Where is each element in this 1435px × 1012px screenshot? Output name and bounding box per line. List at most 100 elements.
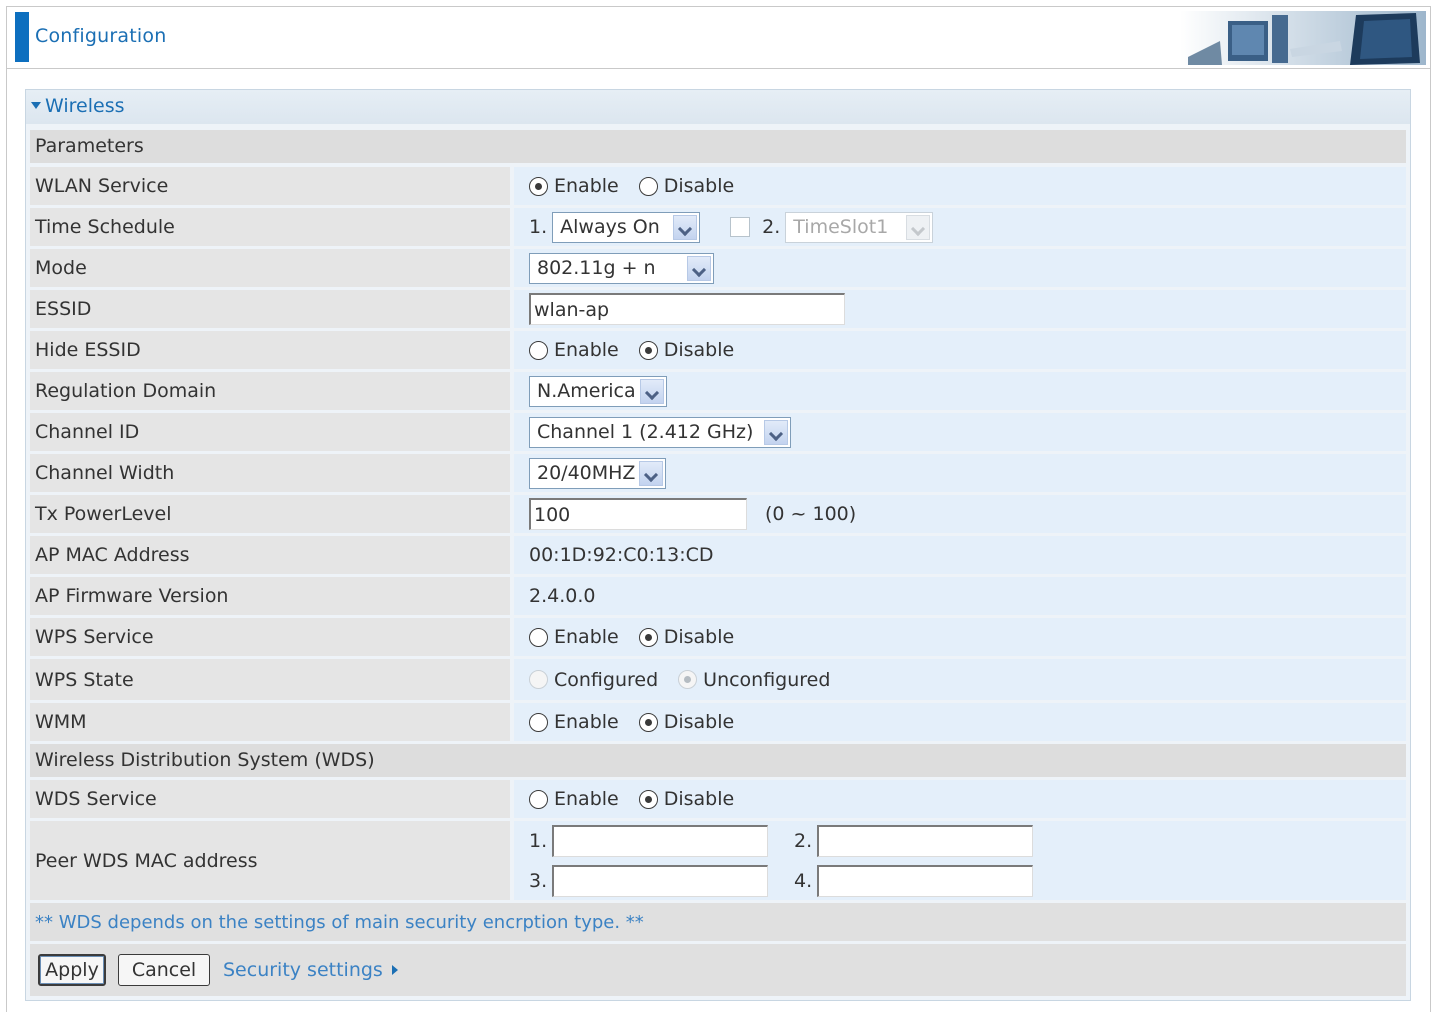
peer-3-number: 3. xyxy=(529,870,548,892)
chevron-down-icon[interactable] xyxy=(673,214,698,240)
wps-service-enable-option[interactable]: Enable xyxy=(529,626,619,648)
chevron-down-icon[interactable] xyxy=(639,460,663,486)
time-slot-1-select[interactable]: Always On xyxy=(552,211,701,243)
apply-button[interactable]: Apply xyxy=(38,954,106,986)
row-regulation-domain: Regulation Domain N.America xyxy=(30,372,1406,410)
chevron-down-icon[interactable] xyxy=(687,255,711,281)
row-essid: ESSID wlan-ap xyxy=(30,290,1406,328)
time-schedule-label: Time Schedule xyxy=(30,208,510,246)
wlan-service-disable-option[interactable]: Disable xyxy=(638,175,734,197)
wps-state-configured-option: Configured xyxy=(529,669,658,691)
radio-icon[interactable] xyxy=(529,176,548,196)
channel-id-label: Channel ID xyxy=(30,413,510,451)
wireless-panel-header[interactable]: Wireless xyxy=(26,90,1410,124)
ap-mac-label: AP MAC Address xyxy=(30,536,510,574)
essid-input[interactable]: wlan-ap xyxy=(529,293,845,325)
peer-2-number: 2. xyxy=(794,830,813,852)
radio-icon xyxy=(529,670,548,689)
hide-essid-value: Enable Disable xyxy=(514,331,1406,369)
row-wmm: WMM Enable Disable xyxy=(30,703,1406,741)
page-header: Configuration xyxy=(7,7,1430,69)
peer-wds-mac-4-input[interactable] xyxy=(817,865,1034,897)
peer-wds-mac-1-input[interactable] xyxy=(552,825,769,857)
tx-power-input[interactable]: 100 xyxy=(529,498,747,530)
slot-1-number: 1. xyxy=(529,216,548,238)
mode-label: Mode xyxy=(30,249,510,287)
slot-2-number: 2. xyxy=(762,216,781,238)
wds-service-enable-option[interactable]: Enable xyxy=(529,788,619,810)
row-wps-service: WPS Service Enable Disable xyxy=(30,618,1406,656)
wmm-disable-option[interactable]: Disable xyxy=(638,711,734,733)
ap-firmware-label: AP Firmware Version xyxy=(30,577,510,615)
wireless-panel: Wireless Parameters WLAN Service Enable … xyxy=(25,89,1411,1001)
regulation-domain-value: N.America xyxy=(514,372,1406,410)
peer-wds-label: Peer WDS MAC address xyxy=(30,821,510,900)
row-ap-firmware: AP Firmware Version 2.4.0.0 xyxy=(30,577,1406,615)
wps-service-disable-option[interactable]: Disable xyxy=(638,626,734,648)
radio-icon[interactable] xyxy=(529,712,548,732)
radio-icon xyxy=(678,670,698,689)
wmm-enable-option[interactable]: Enable xyxy=(529,711,619,733)
wps-state-unconfigured-option: Unconfigured xyxy=(678,669,830,691)
channel-width-value: 20/40MHZ xyxy=(514,454,1406,492)
collapse-triangle-icon[interactable] xyxy=(31,102,41,109)
wmm-value: Enable Disable xyxy=(514,703,1406,741)
section-wds: Wireless Distribution System (WDS) xyxy=(30,744,1406,777)
wps-state-value: Configured Unconfigured xyxy=(514,659,1406,700)
channel-id-value: Channel 1 (2.412 GHz) xyxy=(514,413,1406,451)
header-accent-bar xyxy=(15,12,29,62)
security-settings-link[interactable]: Security settings xyxy=(223,959,398,981)
time-slot-2-checkbox[interactable] xyxy=(730,217,751,237)
radio-icon[interactable] xyxy=(638,712,658,732)
hide-essid-enable-option[interactable]: Enable xyxy=(529,339,619,361)
channel-id-select[interactable]: Channel 1 (2.412 GHz) xyxy=(529,416,791,448)
regulation-domain-select[interactable]: N.America xyxy=(529,375,667,407)
channel-width-select[interactable]: 20/40MHZ xyxy=(529,457,666,489)
cancel-button[interactable]: Cancel xyxy=(118,954,210,986)
radio-icon[interactable] xyxy=(638,627,658,647)
wds-service-disable-option[interactable]: Disable xyxy=(638,788,734,810)
tx-power-value: 100 (0 ~ 100) xyxy=(514,495,1406,533)
ap-firmware-value: 2.4.0.0 xyxy=(514,577,1406,615)
header-computers-graphic xyxy=(1180,11,1426,65)
channel-width-label: Channel Width xyxy=(30,454,510,492)
wds-service-label: WDS Service xyxy=(30,780,510,818)
peer-1-number: 1. xyxy=(529,830,548,852)
chevron-down-icon[interactable] xyxy=(906,214,931,240)
regulation-domain-label: Regulation Domain xyxy=(30,372,510,410)
wds-note: ** WDS depends on the settings of main s… xyxy=(30,903,1406,941)
peer-wds-mac-3-input[interactable] xyxy=(552,865,769,897)
hide-essid-disable-option[interactable]: Disable xyxy=(638,339,734,361)
radio-icon[interactable] xyxy=(638,789,658,809)
radio-icon[interactable] xyxy=(529,789,548,809)
ap-mac-value: 00:1D:92:C0:13:CD xyxy=(514,536,1406,574)
section-parameters: Parameters xyxy=(30,130,1406,163)
row-channel-id: Channel ID Channel 1 (2.412 GHz) xyxy=(30,413,1406,451)
radio-icon[interactable] xyxy=(638,340,658,360)
row-wlan-service: WLAN Service Enable Disable xyxy=(30,167,1406,205)
peer-4-number: 4. xyxy=(794,870,813,892)
row-mode: Mode 802.11g + n xyxy=(30,249,1406,287)
wps-state-label: WPS State xyxy=(30,659,510,700)
page-title: Configuration xyxy=(35,25,167,47)
row-wps-state: WPS State Configured Unconfigured xyxy=(30,659,1406,700)
chevron-down-icon[interactable] xyxy=(640,378,664,404)
wps-service-label: WPS Service xyxy=(30,618,510,656)
time-slot-2-select[interactable]: TimeSlot1 xyxy=(785,211,934,243)
wlan-service-enable-option[interactable]: Enable xyxy=(529,175,619,197)
row-channel-width: Channel Width 20/40MHZ xyxy=(30,454,1406,492)
radio-icon[interactable] xyxy=(529,340,548,360)
row-peer-wds: Peer WDS MAC address 1. 2. 3. 4. xyxy=(30,821,1406,900)
row-tx-power: Tx PowerLevel 100 (0 ~ 100) xyxy=(30,495,1406,533)
essid-value: wlan-ap xyxy=(514,290,1406,328)
row-ap-mac: AP MAC Address 00:1D:92:C0:13:CD xyxy=(30,536,1406,574)
chevron-down-icon[interactable] xyxy=(764,419,788,445)
page-frame: Configuration Wireless Parameters WLAN S… xyxy=(6,6,1431,1012)
radio-icon[interactable] xyxy=(638,176,658,196)
mode-select[interactable]: 802.11g + n xyxy=(529,252,714,284)
row-time-schedule: Time Schedule 1. Always On 2. TimeSlot1 xyxy=(30,208,1406,246)
arrow-right-icon xyxy=(391,965,398,975)
radio-icon[interactable] xyxy=(529,627,548,647)
peer-wds-mac-2-input[interactable] xyxy=(817,825,1034,857)
tx-power-range: (0 ~ 100) xyxy=(765,503,857,525)
